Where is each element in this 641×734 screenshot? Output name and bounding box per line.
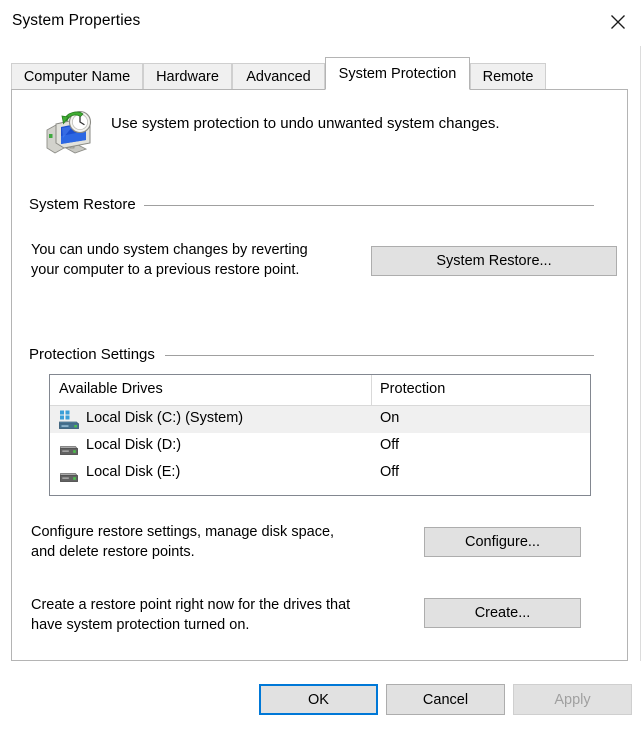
cancel-button-label: Cancel <box>422 691 469 708</box>
tab-label: Computer Name <box>23 68 131 85</box>
system-protection-panel: Use system protection to undo unwanted s… <box>11 89 628 661</box>
configure-button-label: Configure... <box>465 534 540 550</box>
drive-protection-status: Off <box>380 437 400 453</box>
tab-label: System Protection <box>338 65 457 82</box>
tab-computer-name[interactable]: Computer Name <box>11 63 143 90</box>
system-properties-dialog: System Properties Computer Name Hardware… <box>0 0 641 734</box>
available-drives-list[interactable]: Available Drives Protection Local Disk (… <box>49 374 591 496</box>
system-restore-group-label: System Restore <box>29 196 143 213</box>
column-header-available-drives[interactable]: Available Drives <box>59 381 163 397</box>
drive-list-header: Available Drives Protection <box>50 375 590 406</box>
drive-row-c[interactable]: Local Disk (C:) (System) On <box>50 406 590 433</box>
tab-label: Hardware <box>156 68 219 85</box>
title-bar: System Properties <box>0 0 641 46</box>
tab-advanced[interactable]: Advanced <box>232 63 325 90</box>
tab-label: Advanced <box>246 68 311 85</box>
system-restore-button[interactable]: System Restore... <box>371 246 617 276</box>
protection-settings-group-label: Protection Settings <box>29 346 162 363</box>
configure-description-line1: Configure restore settings, manage disk … <box>31 524 335 540</box>
create-description-line1: Create a restore point right now for the… <box>31 597 351 613</box>
configure-description: Configure restore settings, manage disk … <box>31 522 421 562</box>
system-restore-description: You can undo system changes by reverting… <box>31 240 371 280</box>
ok-button-label: OK <box>308 691 329 708</box>
drive-row-d[interactable]: Local Disk (D:) Off <box>50 433 590 460</box>
tab-label: Remote <box>482 68 534 85</box>
drive-icon <box>58 464 80 484</box>
close-button[interactable] <box>595 0 641 44</box>
tab-system-protection[interactable]: System Protection <box>325 57 470 90</box>
drive-icon <box>58 437 80 457</box>
column-header-protection[interactable]: Protection <box>380 381 445 397</box>
create-button-label: Create... <box>474 605 531 621</box>
drive-name: Local Disk (C:) (System) <box>86 410 244 426</box>
configure-button[interactable]: Configure... <box>424 527 581 557</box>
drive-name: Local Disk (E:) <box>86 464 181 480</box>
system-restore-description-line2: your computer to a previous restore poin… <box>31 262 300 278</box>
apply-button-label: Apply <box>554 691 591 708</box>
column-divider <box>371 375 372 406</box>
window-title: System Properties <box>12 12 141 29</box>
tab-hardware[interactable]: Hardware <box>143 63 232 90</box>
tab-remote[interactable]: Remote <box>470 63 546 90</box>
tab-strip: Computer Name Hardware Advanced System P… <box>11 57 628 90</box>
system-restore-button-label: System Restore... <box>436 253 552 269</box>
apply-button[interactable]: Apply <box>513 684 632 715</box>
ok-button[interactable]: OK <box>259 684 378 715</box>
dialog-footer: OK Cancel Apply <box>0 661 641 734</box>
create-button[interactable]: Create... <box>424 598 581 628</box>
protection-settings-group-line <box>165 355 594 356</box>
drive-row-e[interactable]: Local Disk (E:) Off <box>50 460 590 487</box>
drive-protection-status: On <box>380 410 400 426</box>
create-description: Create a restore point right now for the… <box>31 595 426 635</box>
system-restore-group-line <box>144 205 594 206</box>
system-drive-icon <box>58 410 80 430</box>
panel-header: Use system protection to undo unwanted s… <box>29 98 609 174</box>
system-restore-description-line1: You can undo system changes by reverting <box>31 242 308 258</box>
system-restore-icon <box>42 108 94 160</box>
configure-description-line2: and delete restore points. <box>31 544 195 560</box>
drive-protection-status: Off <box>380 464 400 480</box>
close-icon <box>610 14 626 30</box>
create-description-line2: have system protection turned on. <box>31 617 250 633</box>
drive-name: Local Disk (D:) <box>86 437 182 453</box>
cancel-button[interactable]: Cancel <box>386 684 505 715</box>
panel-header-text: Use system protection to undo unwanted s… <box>111 115 500 132</box>
